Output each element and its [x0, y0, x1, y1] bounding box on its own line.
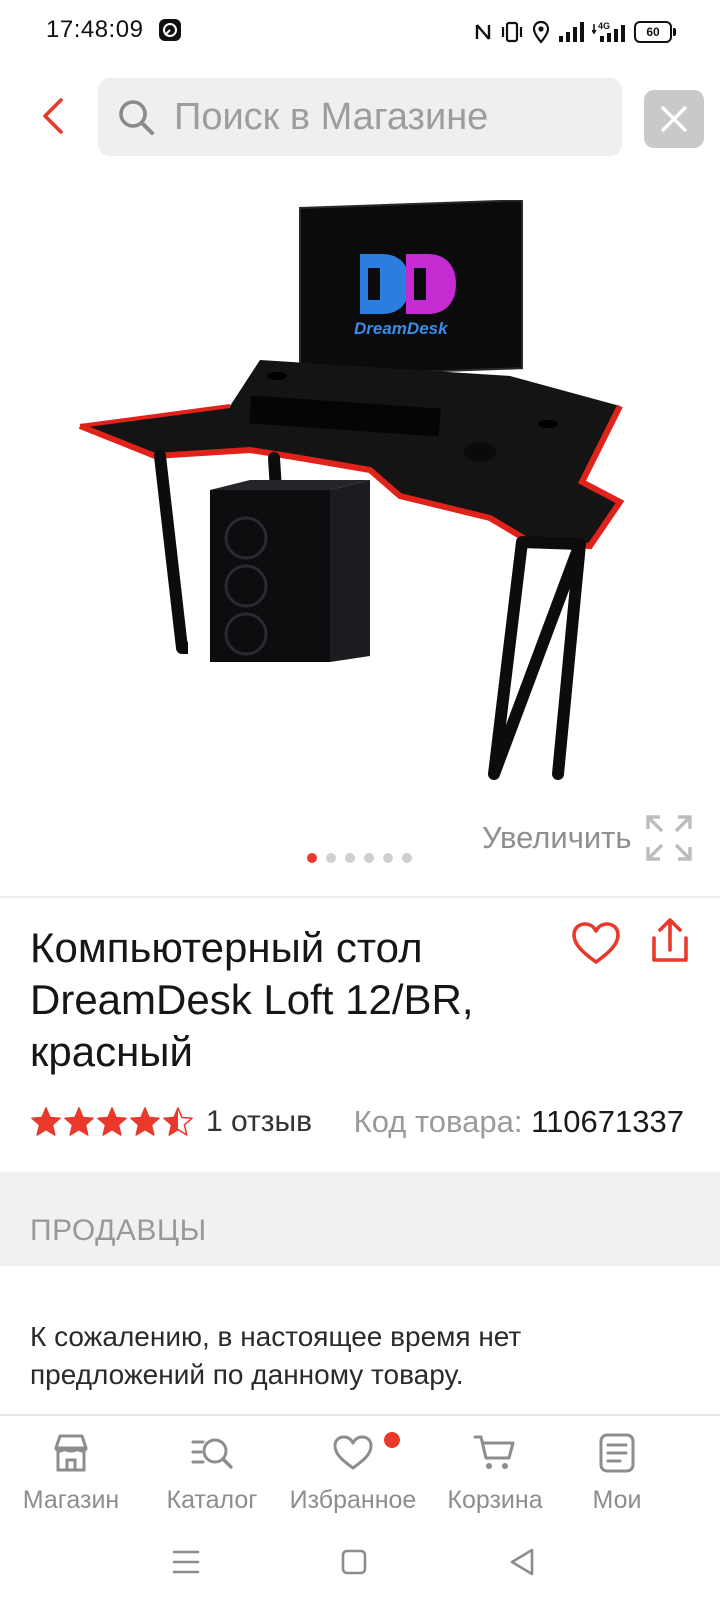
star-icon: [64, 1107, 94, 1136]
zoom-button[interactable]: Увеличить: [482, 812, 694, 864]
sellers-section-header: ПРОДАВЦЫ: [0, 1172, 720, 1266]
sku-label: Код товара:: [353, 1104, 532, 1139]
carousel-dots: [307, 853, 412, 863]
carousel-dot[interactable]: [326, 853, 336, 863]
favorites-badge: [384, 1432, 400, 1448]
home-button[interactable]: [334, 1544, 374, 1580]
search-input[interactable]: [174, 95, 594, 139]
recent-apps-button[interactable]: [166, 1544, 206, 1580]
sku: Код товара: 110671337: [354, 1104, 684, 1140]
carousel-dot[interactable]: [402, 853, 412, 863]
star-icon: [130, 1107, 160, 1136]
nav-cart[interactable]: Корзина: [444, 1430, 546, 1520]
carousel-dot[interactable]: [345, 853, 355, 863]
carousel-dot[interactable]: [364, 853, 374, 863]
heart-icon: [333, 1435, 373, 1470]
nfc-icon: [474, 21, 492, 43]
rating-stars: [30, 1106, 194, 1138]
nav-label: Мои: [592, 1486, 642, 1514]
reviews-link[interactable]: 1 отзыв: [206, 1105, 312, 1139]
rating-row: 1 отзыв: [30, 1102, 312, 1142]
nav-mine[interactable]: Мои: [564, 1430, 670, 1520]
system-nav-bar: [0, 1524, 720, 1600]
star-icon: [163, 1107, 193, 1136]
status-bar: 17:48:09 4G 60: [0, 0, 720, 64]
favorite-button[interactable]: [568, 916, 624, 972]
search-bar[interactable]: [98, 78, 622, 156]
nav-favorites[interactable]: Избранное: [288, 1430, 418, 1520]
divider: [0, 896, 720, 898]
no-offers-message: К сожалению, в настоящее время нет предл…: [30, 1321, 522, 1390]
search-icon: [119, 100, 154, 135]
signal-icon: [558, 21, 584, 43]
star-icon: [97, 1107, 127, 1136]
store-icon: [54, 1434, 88, 1472]
svg-text:DreamDesk: DreamDesk: [354, 319, 449, 338]
zoom-label: Увеличить: [482, 820, 632, 855]
sku-value: 110671337: [531, 1104, 684, 1139]
share-button[interactable]: [646, 914, 694, 968]
product-title: Компьютерный стол DreamDesk Loft 12/BR, …: [30, 924, 474, 1075]
nav-label: Магазин: [22, 1486, 120, 1514]
heart-outline-icon: [572, 922, 620, 964]
back-arrow-icon: [43, 98, 63, 134]
catalog-search-icon: [191, 1438, 233, 1469]
status-icons: 4G 60: [474, 18, 676, 46]
system-back-button[interactable]: [502, 1544, 542, 1580]
carousel-dot[interactable]: [383, 853, 393, 863]
monitor-logo: DreamDesk: [354, 254, 456, 338]
star-icon: [31, 1107, 61, 1136]
nav-store[interactable]: Магазин: [20, 1430, 122, 1520]
vibrate-icon: [500, 21, 524, 43]
home-square-icon: [341, 1549, 367, 1575]
sellers-title: ПРОДАВЦЫ: [30, 1214, 207, 1247]
back-button[interactable]: [24, 88, 80, 144]
product-image[interactable]: DreamDesk: [70, 199, 650, 800]
svg-text:4G: 4G: [598, 21, 610, 31]
nav-label: Корзина: [447, 1486, 543, 1514]
signal-4g-icon: 4G: [592, 20, 626, 44]
bottom-nav: Магазин Каталог Избранное Корзина Мои: [0, 1414, 720, 1524]
expand-icon: [645, 815, 692, 861]
share-icon: [652, 918, 688, 962]
battery-icon: 60: [634, 21, 676, 43]
location-icon: [532, 20, 550, 44]
nav-label: Избранное: [289, 1486, 417, 1514]
nav-catalog[interactable]: Каталог: [162, 1430, 262, 1520]
menu-icon: [172, 1550, 200, 1574]
document-icon: [599, 1433, 635, 1473]
close-icon: [661, 106, 687, 132]
carousel-dot[interactable]: [307, 853, 317, 863]
status-time: 17:48:09: [46, 16, 144, 43]
cart-icon: [473, 1435, 515, 1469]
app-notification-icon: [158, 18, 182, 42]
nav-label: Каталог: [166, 1486, 258, 1514]
clear-search-button[interactable]: [644, 90, 704, 148]
back-triangle-icon: [510, 1548, 534, 1576]
